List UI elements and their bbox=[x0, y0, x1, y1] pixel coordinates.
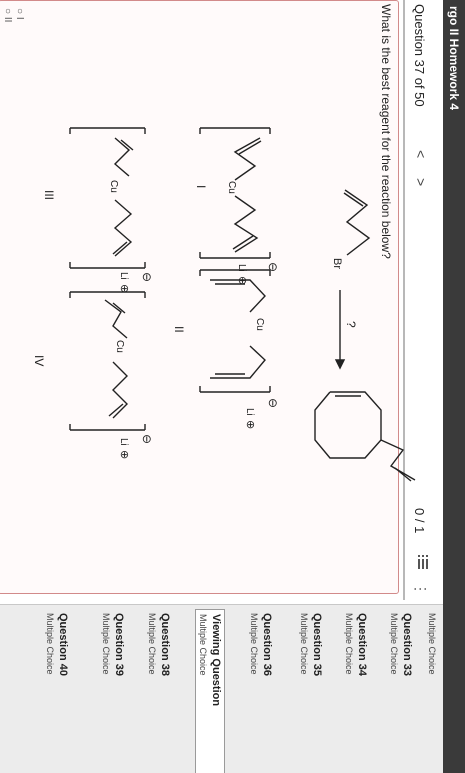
option-IV-plus: ⊕ bbox=[118, 450, 130, 459]
sidebar-partial-item[interactable]: Multiple Choice bbox=[427, 613, 439, 773]
sidebar-item-sub: Multiple Choice bbox=[147, 613, 157, 675]
option-II-charge: ⊖ bbox=[266, 398, 280, 408]
sidebar-item-sub: Multiple Choice bbox=[389, 613, 399, 675]
sidebar-item-question-36[interactable]: Question 36 Multiple Choice bbox=[249, 613, 273, 773]
bracket-left-2 bbox=[199, 269, 271, 276]
sidebar-item-question-33[interactable]: Question 33 Multiple Choice bbox=[389, 613, 413, 773]
option-I-plus: ⊕ bbox=[236, 276, 248, 285]
question-sidebar: Multiple Choice Question 33 Multiple Cho… bbox=[0, 604, 443, 773]
sidebar-item-title: Question 38 bbox=[159, 613, 171, 676]
sidebar-item-current-question[interactable]: Viewing Question Multiple Choice bbox=[195, 609, 225, 773]
bracket-right-1 bbox=[199, 252, 271, 259]
answer-option-I-label: I bbox=[14, 16, 25, 20]
option-II-label: II bbox=[172, 326, 186, 333]
screen: rgo II Homework 4 Question 37 of 50 < > … bbox=[0, 0, 465, 773]
arrow-label: ? bbox=[344, 321, 358, 328]
sidebar-item-question-38[interactable]: Question 38 Multiple Choice bbox=[147, 613, 171, 773]
sidebar-item-sub: Multiple Choice bbox=[101, 613, 111, 675]
option-IV-charge: ⊖ bbox=[140, 434, 154, 444]
bracket-right-3 bbox=[69, 262, 146, 269]
option-I-metal: Cu bbox=[226, 181, 237, 194]
answer-option-I[interactable]: ○ I bbox=[14, 8, 25, 20]
reaction-diagram: Br ? Cu I ⊖ Li ⊕ Cu II ⊖ Li ⊕ Cu III ⊖ L… bbox=[32, 127, 416, 482]
homework-page: rgo II Homework 4 Question 37 of 50 < > … bbox=[0, 0, 465, 773]
option-III-label: III bbox=[42, 190, 56, 200]
option-II-metal: Cu bbox=[254, 318, 265, 331]
sidebar-item-title: Question 33 bbox=[401, 613, 413, 676]
sidebar-item-sub: Multiple Choice bbox=[45, 613, 55, 675]
sidebar-item-title: Question 36 bbox=[261, 613, 273, 676]
sidebar-item-sub: Multiple Choice bbox=[344, 613, 354, 675]
sidebar-partial-sub: Multiple Choice bbox=[427, 613, 437, 675]
sidebar-item-question-39[interactable]: Question 39 Multiple Choice bbox=[101, 613, 125, 773]
sidebar-item-question-35[interactable]: Question 35 Multiple Choice bbox=[299, 613, 323, 773]
option-III-plus: ⊕ bbox=[118, 284, 130, 293]
sidebar-item-question-34[interactable]: Question 34 Multiple Choice bbox=[344, 613, 368, 773]
option-II-plus: ⊕ bbox=[244, 420, 256, 429]
option-IV-counterion: Li bbox=[118, 438, 129, 446]
sidebar-item-sub: Multiple Choice bbox=[198, 614, 208, 676]
substrate-chain bbox=[344, 189, 371, 256]
sidebar-item-sub: Multiple Choice bbox=[299, 613, 309, 675]
option-IV-label: IV bbox=[32, 355, 46, 366]
sidebar-item-title: Question 35 bbox=[311, 613, 323, 676]
option-III-charge: ⊖ bbox=[140, 272, 154, 282]
sidebar-item-title: Viewing Question bbox=[210, 614, 222, 707]
bracket-right-4 bbox=[69, 424, 146, 431]
sidebar-item-question-40[interactable]: Question 40 Multiple Choice bbox=[45, 613, 69, 773]
bracket-left-4 bbox=[69, 291, 146, 298]
option-IV-metal: Cu bbox=[114, 340, 125, 353]
product-ring bbox=[314, 391, 382, 459]
bracket-right-2 bbox=[199, 386, 271, 393]
option-I-charge: ⊖ bbox=[266, 262, 280, 272]
option-III-metal: Cu bbox=[108, 180, 119, 193]
answer-option-II[interactable]: ○ II bbox=[2, 8, 13, 22]
sidebar-item-title: Question 34 bbox=[356, 613, 368, 676]
sidebar-item-title: Question 40 bbox=[57, 613, 69, 676]
option-I-label: I bbox=[194, 185, 208, 188]
bromine-label: Br bbox=[331, 258, 343, 269]
sidebar-item-title: Question 39 bbox=[113, 613, 125, 676]
sidebar-item-sub: Multiple Choice bbox=[249, 613, 259, 675]
option-III-counterion: Li bbox=[118, 272, 129, 280]
answer-option-II-label: II bbox=[2, 16, 13, 23]
option-I-counterion: Li bbox=[236, 264, 247, 272]
option-II-counterion: Li bbox=[244, 408, 255, 416]
bracket-left-3 bbox=[69, 127, 146, 134]
